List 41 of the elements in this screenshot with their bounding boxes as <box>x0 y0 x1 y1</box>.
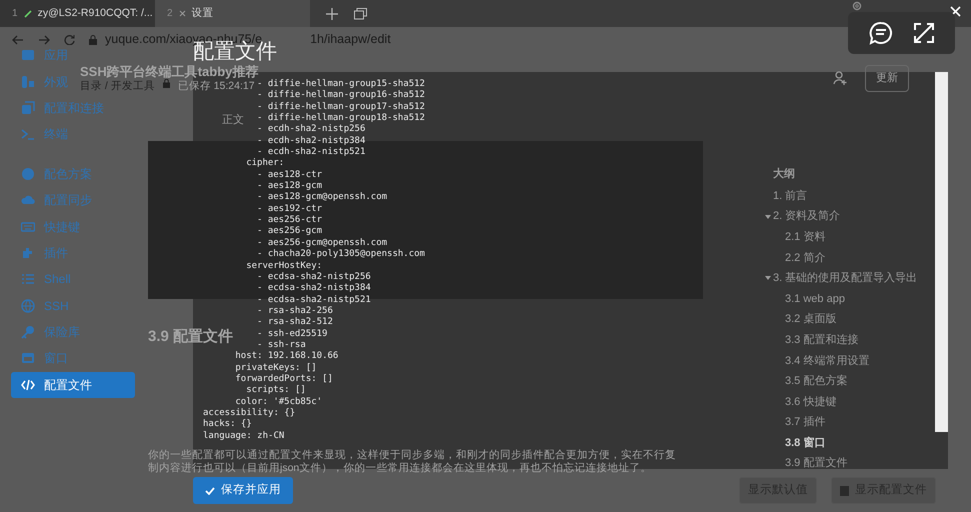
saved-status: 已保存 15:24:17 <box>178 79 255 94</box>
code-line: - diffie-hellman-group16-sha512 <box>257 90 425 102</box>
code-line: - rsa-sha2-512 <box>257 317 333 329</box>
tab-number: 1 <box>12 7 18 21</box>
document-title: SSH跨平台终端工具tabby推荐 <box>80 64 258 79</box>
code-line: forwardedPorts: [] <box>235 374 333 385</box>
code-line: - diffie-hellman-group17-sha512 <box>257 102 425 113</box>
code-line: privateKeys: [] <box>235 362 317 374</box>
code-line: accessibility: {} <box>203 408 296 419</box>
tab-number: 2 <box>167 7 173 21</box>
code-line: - aes128-ctr <box>257 170 322 181</box>
tab-label: zy@LS2-R910CQQT: /... <box>38 6 153 21</box>
code-line: - ecdh-sha2-nistp256 <box>257 124 366 136</box>
code-line: - ssh-rsa <box>257 340 306 351</box>
code-line: hacks: {} <box>203 419 252 431</box>
code-line: - aes256-gcm@openssh.com <box>257 238 388 249</box>
code-line: cipher: <box>246 158 284 170</box>
article-paragraph: 你的一些配置都可以通过配置文件来显现，这样便于同步多端，和刚才的同步插件配合更加方便，实在不行复制内容进行也可以（目前用json文件），你的一些常用连接都会在这里体现，再也不怕忘记连接地址了。 <box>148 449 677 474</box>
code-line: serverHostKey: <box>246 260 322 272</box>
code-line: - aes256-ctr <box>257 215 322 226</box>
section-heading: 3.9 配置文件 <box>148 326 234 347</box>
code-line: language: zh-CN <box>203 430 284 442</box>
outline-title: 大纲 <box>773 166 795 182</box>
code-line: color: '#5cb85c' <box>235 396 322 408</box>
code-line: - ecdsa-sha2-nistp256 <box>257 272 371 283</box>
code-line: - ecdh-sha2-nistp521 <box>257 147 366 158</box>
code-line: - diffie-hellman-group18-sha512 <box>257 113 425 124</box>
code-line: - ssh-ed25519 <box>257 328 328 340</box>
code-line: - ecdsa-sha2-nistp384 <box>257 283 371 295</box>
code-line: - aes128-gcm@openssh.com <box>257 192 388 204</box>
code-line: - aes256-gcm <box>257 226 322 238</box>
code-line: - aes192-ctr <box>257 204 322 215</box>
code-line: host: 192.168.10.66 <box>235 351 338 363</box>
code-line: - rsa-sha2-256 <box>257 306 333 317</box>
code-line: - ecdsa-sha2-nistp521 <box>257 294 371 306</box>
code-line: - chacha20-poly1305@openssh.com <box>257 249 425 260</box>
code-line: - aes128-gcm <box>257 181 322 192</box>
code-line: - ecdh-sha2-nistp384 <box>257 136 366 147</box>
tab-label: 设置 <box>192 6 214 21</box>
code-line: scripts: [] <box>246 385 306 397</box>
code-line: - diffie-hellman-group15-sha512 <box>257 79 425 90</box>
